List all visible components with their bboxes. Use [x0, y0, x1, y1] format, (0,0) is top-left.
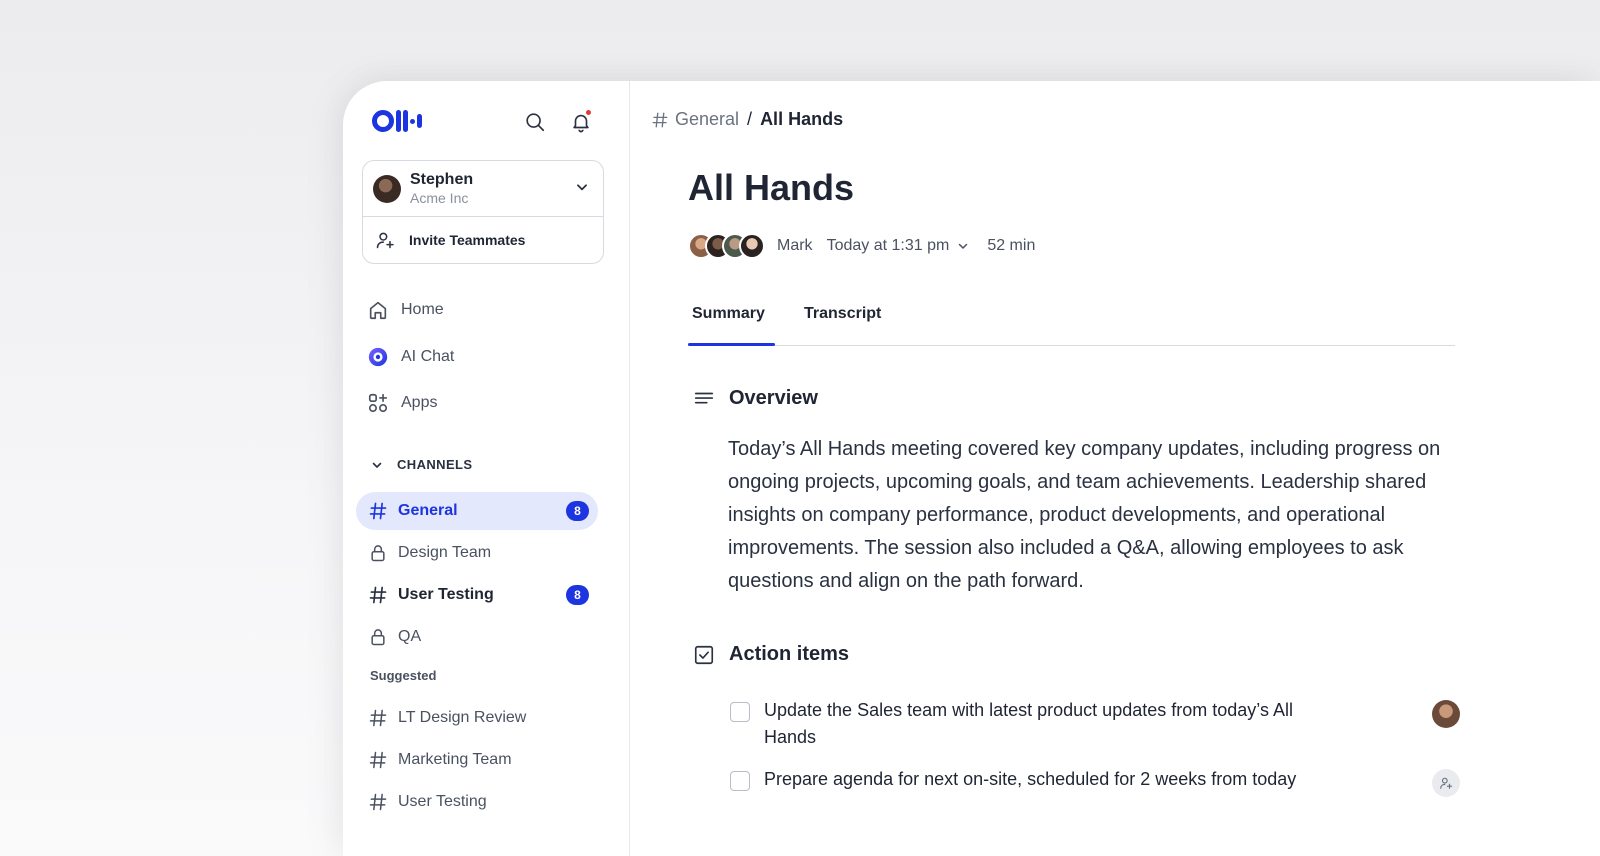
- hash-icon: [652, 112, 668, 127]
- breadcrumb: General / All Hands: [651, 109, 843, 130]
- nav-apps-label: Apps: [401, 394, 438, 411]
- text-lines-icon: [694, 392, 714, 403]
- suggested-lt-design-review[interactable]: LT Design Review: [356, 699, 598, 737]
- home-icon: [369, 301, 387, 320]
- main-content: General / All Hands All Hands Mark Today…: [630, 81, 1600, 856]
- overview-header: Overview: [693, 387, 818, 410]
- tab-summary[interactable]: Summary: [688, 305, 775, 346]
- channel-label: QA: [398, 628, 422, 645]
- action-items-title: Action items: [729, 643, 850, 665]
- otter-logo[interactable]: [372, 110, 422, 132]
- action-item-checkbox[interactable]: [730, 771, 750, 791]
- apps-icon: [368, 393, 388, 413]
- attendee-avatars[interactable]: [688, 233, 765, 259]
- action-item: Update the Sales team with latest produc…: [730, 700, 1460, 751]
- nav-apps[interactable]: Apps: [367, 387, 437, 419]
- lock-icon: [371, 545, 385, 562]
- action-item-text: Prepare agenda for next on-site, schedul…: [764, 769, 1297, 789]
- sidebar-header: [372, 109, 602, 137]
- meeting-date-dropdown[interactable]: Today at 1:31 pm: [827, 237, 970, 255]
- chevron-down-icon: [959, 243, 968, 249]
- breadcrumb-separator: /: [747, 109, 753, 129]
- channel-label: Marketing Team: [398, 751, 512, 768]
- hash-icon: [369, 751, 387, 769]
- action-item-checkbox[interactable]: [730, 702, 750, 722]
- tab-bar: Summary Transcript: [688, 291, 1455, 346]
- lock-icon: [371, 629, 385, 646]
- channel-qa[interactable]: QA: [356, 618, 598, 656]
- meeting-owner: Mark: [777, 237, 813, 254]
- suggested-marketing-team[interactable]: Marketing Team: [356, 741, 598, 779]
- channel-label: Design Team: [398, 544, 492, 561]
- channel-user-testing[interactable]: User Testing 8: [356, 576, 598, 614]
- hash-icon: [369, 793, 387, 811]
- tab-transcript[interactable]: Transcript: [800, 305, 885, 323]
- channel-label: User Testing: [398, 793, 487, 810]
- channels-header-label: CHANNELS: [397, 457, 473, 472]
- user-org: Acme Inc: [410, 189, 469, 206]
- hash-icon: [369, 709, 387, 727]
- breadcrumb-parent[interactable]: General: [675, 109, 739, 130]
- channels-header[interactable]: CHANNELS: [371, 457, 472, 472]
- unread-badge: 8: [566, 585, 589, 605]
- unread-badge: 8: [566, 501, 589, 521]
- channel-design-team[interactable]: Design Team: [356, 534, 598, 572]
- chevron-down-icon: [577, 184, 587, 191]
- checkbox-checked-icon: [694, 645, 714, 664]
- avatar: [373, 174, 401, 203]
- meeting-meta: Mark Today at 1:31 pm 52 min: [688, 233, 1035, 259]
- ai-chat-icon: [368, 347, 388, 367]
- hash-icon: [369, 586, 387, 604]
- nav-ai-chat[interactable]: AI Chat: [367, 341, 454, 373]
- breadcrumb-current: All Hands: [760, 109, 844, 129]
- user-name: Stephen: [410, 170, 474, 188]
- avatar: [739, 233, 765, 259]
- overview-text: Today’s All Hands meeting covered key co…: [728, 438, 1441, 592]
- chevron-down-icon: [372, 462, 382, 468]
- invite-teammates-button[interactable]: Invite Teammates: [363, 217, 603, 263]
- bell-icon[interactable]: [568, 109, 594, 135]
- page-title: All Hands: [688, 167, 855, 208]
- channel-general[interactable]: General 8: [356, 492, 598, 530]
- sidebar: Stephen Acme Inc Invite Teammates Home A…: [343, 81, 630, 856]
- assign-user-button[interactable]: [1432, 769, 1460, 797]
- channel-label: General: [398, 502, 458, 519]
- overview-title: Overview: [729, 387, 818, 409]
- assignee-avatar[interactable]: [1432, 700, 1460, 728]
- channel-label: User Testing: [398, 586, 494, 603]
- add-user-icon: [376, 232, 394, 249]
- channel-label: LT Design Review: [398, 709, 527, 726]
- action-item-text: Update the Sales team with latest produc…: [764, 700, 1293, 747]
- hash-icon: [369, 502, 387, 520]
- meeting-date: Today at 1:31 pm: [826, 237, 950, 254]
- notification-dot: [585, 109, 592, 116]
- search-icon[interactable]: [522, 109, 548, 135]
- action-item: Prepare agenda for next on-site, schedul…: [730, 769, 1460, 797]
- nav-ai-chat-label: AI Chat: [401, 348, 455, 365]
- action-items-header: Action items: [693, 643, 849, 666]
- nav-home-label: Home: [401, 301, 444, 318]
- invite-label: Invite Teammates: [409, 232, 526, 248]
- app-window: Stephen Acme Inc Invite Teammates Home A…: [343, 81, 1600, 856]
- suggested-user-testing[interactable]: User Testing: [356, 783, 598, 821]
- account-switcher[interactable]: Stephen Acme Inc: [363, 161, 603, 217]
- nav-home[interactable]: Home: [367, 294, 444, 326]
- account-card: Stephen Acme Inc Invite Teammates: [362, 160, 604, 264]
- meeting-duration: 52 min: [987, 237, 1036, 254]
- suggested-header: Suggested: [370, 668, 437, 683]
- add-user-icon: [1440, 777, 1453, 789]
